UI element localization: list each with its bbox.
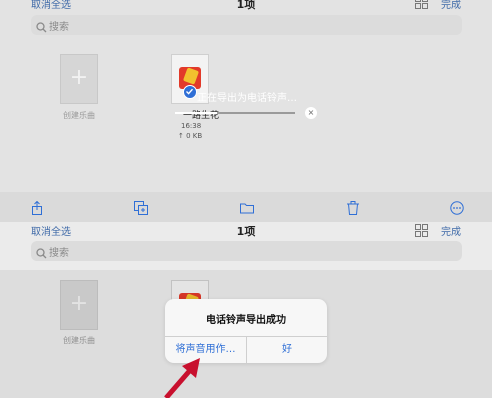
create-song-tile[interactable]: + bbox=[60, 54, 98, 104]
grid-view-icon[interactable] bbox=[415, 224, 428, 237]
grid-view-icon[interactable] bbox=[415, 0, 428, 9]
done-button[interactable]: 完成 bbox=[441, 223, 461, 238]
more-icon[interactable] bbox=[450, 200, 464, 215]
folder-icon[interactable] bbox=[240, 200, 254, 214]
cancel-select-all-button[interactable]: 取消全选 bbox=[31, 0, 71, 11]
file-size: ↑ 0 KB bbox=[178, 132, 203, 140]
export-progress-bar bbox=[175, 112, 295, 114]
cancel-export-button[interactable]: × bbox=[305, 107, 317, 119]
alert-title: 电话铃声导出成功 bbox=[206, 315, 286, 326]
search-icon bbox=[36, 18, 47, 37]
search-placeholder: 搜索 bbox=[49, 22, 69, 33]
search-input[interactable]: 搜索 bbox=[31, 15, 462, 35]
bottom-toolbar bbox=[0, 192, 492, 222]
trash-icon[interactable] bbox=[346, 200, 360, 215]
create-song-label: 创建乐曲 bbox=[63, 111, 95, 120]
export-progress-fill bbox=[175, 112, 217, 114]
search-icon bbox=[36, 244, 47, 263]
export-progress-text: 正在导出为电话铃声… bbox=[197, 93, 297, 104]
cancel-select-all-button[interactable]: 取消全选 bbox=[31, 223, 71, 238]
selected-check-icon bbox=[183, 85, 197, 99]
exporting-screen: 取消全选 1项 完成 搜索 + 创建乐曲 正在导出为电话铃声… 一路生花 × 1… bbox=[0, 0, 492, 222]
file-name: 一路生花 bbox=[183, 111, 220, 121]
done-button[interactable]: 完成 bbox=[441, 0, 461, 11]
share-icon[interactable] bbox=[30, 200, 44, 215]
close-icon: × bbox=[307, 108, 315, 117]
file-time: 16:38 bbox=[181, 122, 202, 130]
plus-icon: + bbox=[69, 65, 89, 90]
search-input[interactable]: 搜索 bbox=[31, 241, 462, 261]
ok-button[interactable]: 好 bbox=[247, 336, 327, 363]
red-arrow-icon bbox=[164, 358, 200, 398]
duplicate-icon[interactable] bbox=[134, 200, 148, 215]
search-placeholder: 搜索 bbox=[49, 248, 69, 259]
